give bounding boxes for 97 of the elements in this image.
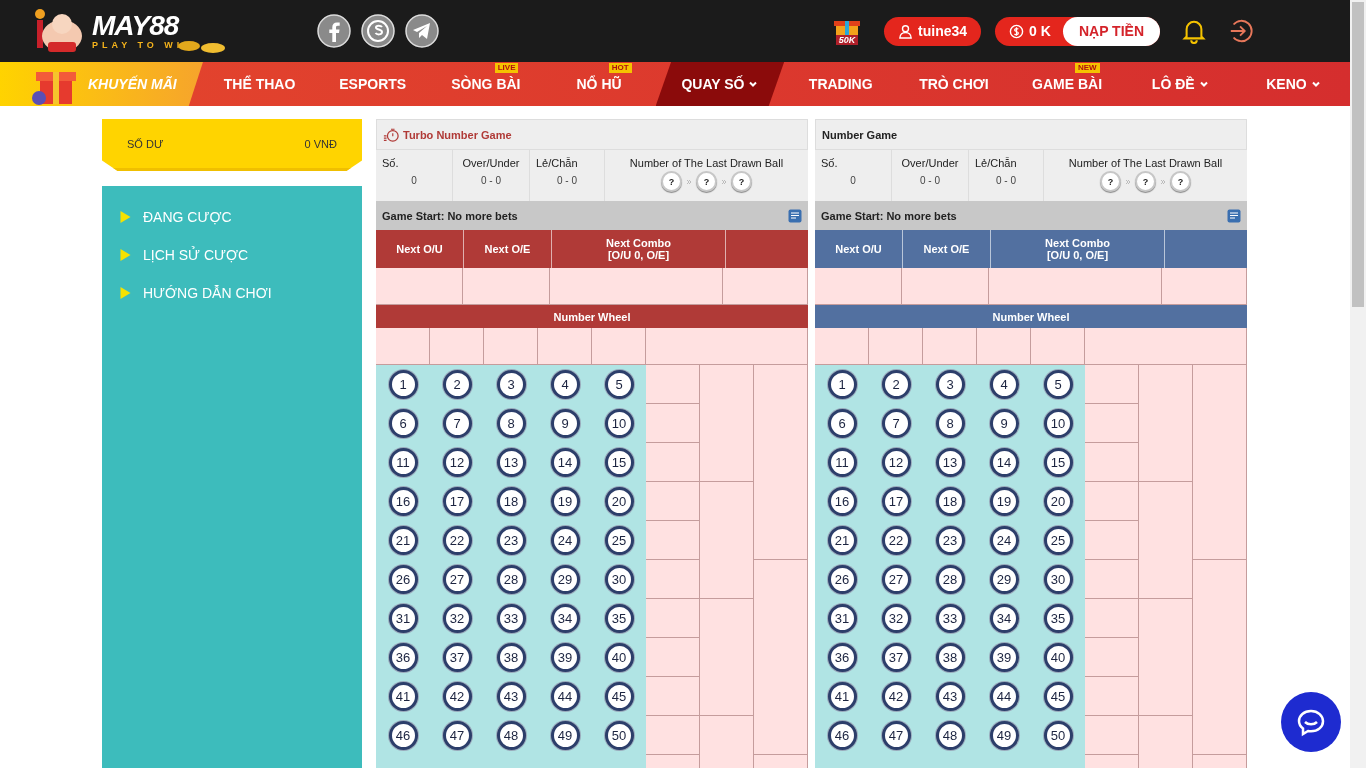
drawn-ball: ? [1170,171,1191,192]
bell-icon[interactable] [1182,18,1206,44]
table-cell [646,638,700,677]
table-cell [869,328,923,365]
triangle-icon [120,287,131,299]
balance-label: SỐ DƯ [127,137,164,150]
table-cell [977,328,1031,365]
table-cell [1085,599,1139,638]
skype-icon[interactable] [361,14,395,48]
triangle-icon [120,249,131,261]
deposit-button[interactable]: NẠP TIỀN [1062,16,1160,46]
table-cell [538,328,592,365]
stat-label: Lẻ/Chẵn [975,157,1018,169]
chat-icon [1296,707,1326,737]
stat-label: Số. [382,157,400,169]
table-cell [592,328,646,365]
drawn-ball: ? [696,171,717,192]
promo-label: KHUYẾN MÃI [88,76,177,92]
table-cell [1085,521,1139,560]
stat-label: Số. [821,157,839,169]
chevron-icon [1125,178,1131,185]
stat-value: 0 - 0 [557,175,577,186]
table-cell [646,599,700,638]
stat-label: Over/Under [462,157,520,169]
stat-label: Lẻ/Chẵn [536,157,579,169]
nav-item[interactable]: TRÒ CHƠI [897,62,1011,106]
nav-item[interactable]: THỂ THAO [202,62,317,106]
document-icon[interactable] [1227,208,1241,223]
nav-item[interactable]: TRADING [784,62,898,106]
drawn-ball: ? [1135,171,1156,192]
nav-badge: HOT [608,63,632,73]
stat-label: Number of The Last Drawn Ball [629,157,784,169]
table-cell [646,443,700,482]
table-cell [646,716,700,755]
table-cell [376,328,430,365]
wheel-title: Number Wheel [553,310,631,323]
logo-wordmark: MAY88 [92,12,180,40]
user-account-button[interactable]: tuine34 [884,16,982,46]
user-icon [898,23,914,39]
table-cell [646,482,700,521]
table-cell [646,677,700,716]
stat-value: 0 [411,175,417,186]
table-cell [646,521,700,560]
table-cell [815,328,869,365]
game-title: Number Game [822,128,898,141]
drawn-ball: ? [661,171,682,192]
table-cell [1085,365,1139,404]
wheel-title: Number Wheel [992,310,1070,323]
stat-value: 0 - 0 [481,175,501,186]
table-cell [646,365,700,404]
facebook-icon[interactable] [317,14,351,48]
balance-amount: 0 K [995,23,1063,39]
nav-item[interactable]: HOT NỔ HŨ [542,62,656,106]
table-cell [1085,638,1139,677]
drawn-ball: ? [731,171,752,192]
nav-badge: NEW [1075,63,1100,73]
chevron-icon [721,178,727,185]
logout-icon[interactable] [1228,18,1254,44]
nav-item[interactable]: QUAY SỐ [655,62,785,106]
stat-value: 0 - 0 [920,175,940,186]
telegram-icon[interactable] [405,14,439,48]
nav-item[interactable]: NEW GAME BÀI [1010,62,1124,106]
scrollbar[interactable] [1350,0,1366,768]
game-title: Turbo Number Game [403,128,512,141]
nav-item[interactable]: ESPORTS [316,62,430,106]
chevron-icon [1160,178,1166,185]
table-cell [1085,404,1139,443]
table-cell [1085,443,1139,482]
table-cell [1085,560,1139,599]
table-cell [430,328,484,365]
nav-item[interactable]: LÔ ĐỀ [1123,62,1237,106]
coin-icon [1009,23,1025,39]
game-status: Game Start: No more bets [821,209,957,222]
nav-badge: LIVE [494,63,519,73]
drawn-ball: ? [1100,171,1121,192]
nav-item[interactable]: LIVE SÒNG BÀI [429,62,543,106]
logo-tagline: PLAY TO WI [92,40,184,50]
table-cell [1085,716,1139,755]
stat-label: Number of The Last Drawn Ball [1068,157,1223,169]
stat-value: 0 - 0 [996,175,1016,186]
balance-value: 0 VNĐ [304,137,337,150]
stat-label: Over/Under [901,157,959,169]
table-cell [646,560,700,599]
table-cell [1085,482,1139,521]
stat-value: 0 [850,175,856,186]
table-cell [1031,328,1085,365]
table-cell [1085,677,1139,716]
table-cell [646,404,700,443]
logo[interactable]: MAY88 PLAY TO WI [28,6,273,56]
table-cell [484,328,538,365]
table-cell [923,328,977,365]
document-icon[interactable] [788,208,802,223]
triangle-icon [120,211,131,223]
game-status: Game Start: No more bets [382,209,518,222]
chat-button[interactable] [1281,692,1341,752]
chevron-icon [686,178,692,185]
nav-item[interactable]: KENO [1236,62,1350,106]
